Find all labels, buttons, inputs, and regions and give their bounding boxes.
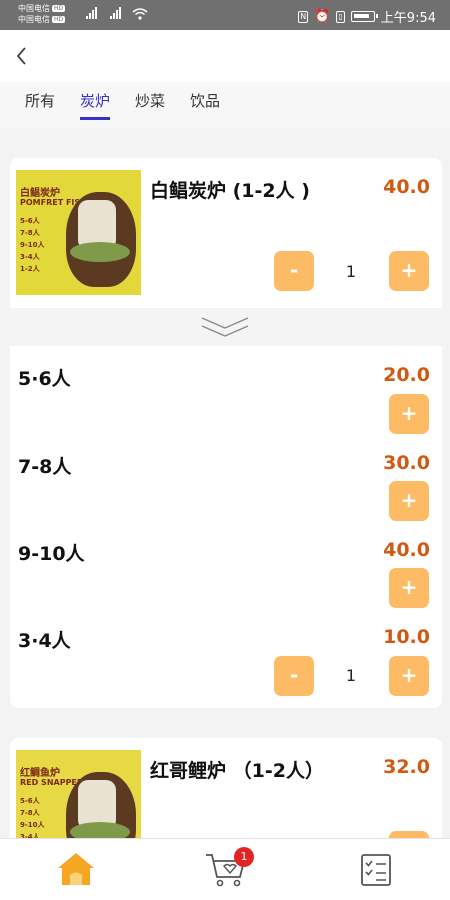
header	[0, 30, 450, 82]
carrier-2: 中国电信	[18, 15, 50, 24]
time: 上午9:54	[380, 11, 436, 26]
tab-all[interactable]: 所有	[25, 90, 55, 111]
variant-name: 7-8人	[18, 456, 72, 478]
product-name: 白鲳炭炉 (1-2人 )	[150, 180, 310, 202]
variant-price: 40.0	[383, 539, 430, 561]
home-icon[interactable]	[56, 851, 96, 887]
tab-charcoal-stove[interactable]: 炭炉	[80, 90, 111, 120]
carrier-1: 中国电信	[18, 4, 50, 13]
hotpot-illustration	[66, 192, 136, 287]
variant-name: 5·6人	[18, 368, 71, 390]
variant-name: 3·4人	[18, 630, 71, 652]
status-bar: 中国电信 HD 中国电信 HD N ⏰ ▯ 上午9:54	[0, 0, 450, 30]
wifi-icon	[132, 8, 148, 20]
variant-increase-button[interactable]: +	[389, 568, 429, 608]
bottom-navigation: 1	[0, 838, 450, 900]
expand-variants[interactable]	[10, 308, 442, 346]
variant-increase-button[interactable]: +	[389, 656, 429, 696]
product-name: 红哥鲤炉 （1-2人）	[150, 760, 324, 782]
expand-chevron-icon	[201, 317, 249, 337]
signal-icon	[110, 7, 121, 19]
increase-button[interactable]: +	[389, 251, 429, 291]
product-image[interactable]: 白鲳炭炉 POMFRET FISH 5-6人 7-8人 9-10人 3-4人 1…	[16, 170, 141, 295]
tab-drinks[interactable]: 饮品	[190, 90, 220, 111]
category-tabs: 所有 炭炉 炒菜 饮品	[0, 82, 450, 128]
variant-price: 10.0	[383, 626, 430, 648]
signal-icon	[86, 7, 97, 19]
variant-price: 20.0	[383, 364, 430, 386]
variant-quantity-value: 1	[345, 666, 357, 685]
product-price: 32.0	[383, 756, 430, 778]
variant-increase-button[interactable]: +	[389, 394, 429, 434]
cart-count-badge: 1	[234, 847, 254, 867]
variant-increase-button[interactable]: +	[389, 481, 429, 521]
decrease-button[interactable]: -	[274, 251, 314, 291]
carrier-labels: 中国电信 HD 中国电信 HD	[18, 4, 66, 24]
vibrate-icon: ▯	[336, 10, 345, 23]
tab-stir-fry[interactable]: 炒菜	[135, 90, 165, 111]
alarm-icon: ⏰	[314, 9, 331, 24]
product-price: 40.0	[383, 176, 430, 198]
quantity-value: 1	[345, 262, 357, 281]
variant-decrease-button[interactable]: -	[274, 656, 314, 696]
variant-price: 30.0	[383, 452, 430, 474]
battery-icon	[350, 11, 378, 22]
order-list-icon[interactable]	[360, 853, 392, 887]
nfc-icon: N	[298, 10, 309, 23]
back-arrow-icon[interactable]	[14, 45, 30, 67]
product-card: 白鲳炭炉 POMFRET FISH 5-6人 7-8人 9-10人 3-4人 1…	[10, 158, 442, 708]
variant-name: 9-10人	[18, 543, 85, 565]
